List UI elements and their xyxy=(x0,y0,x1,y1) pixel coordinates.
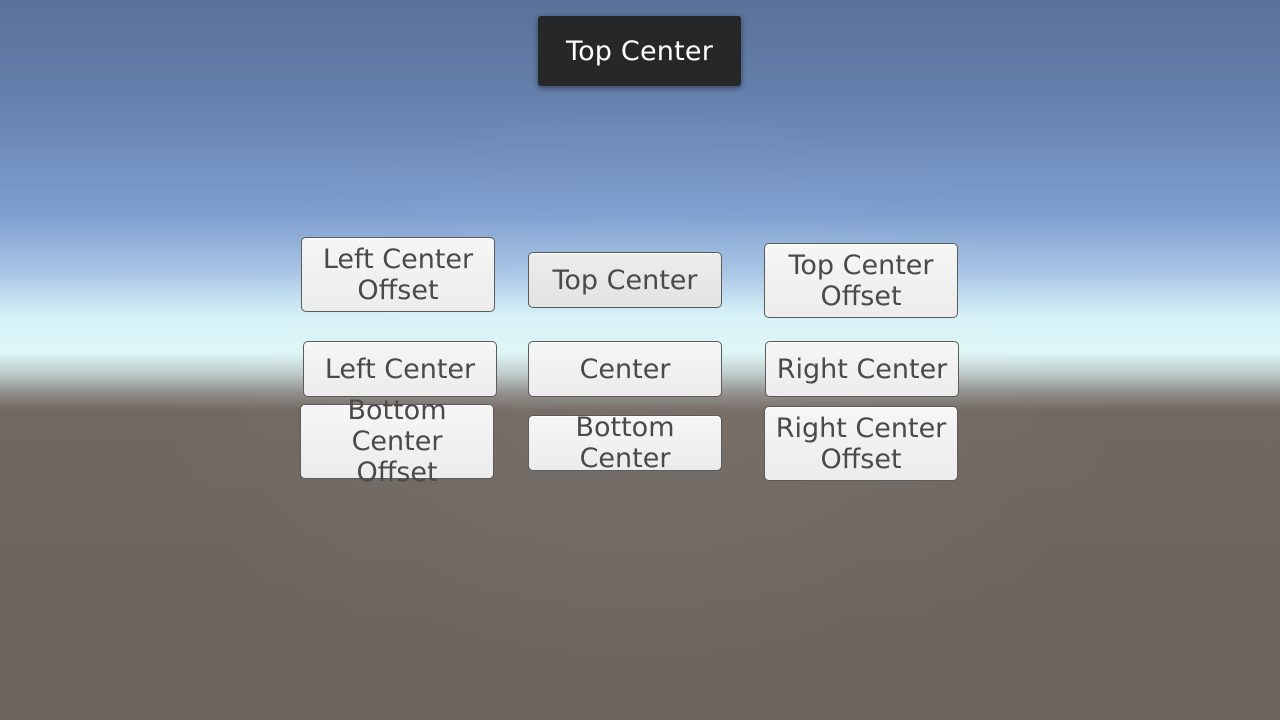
right-center-label: Right Center xyxy=(776,353,948,385)
right-center-offset-button[interactable]: Right Center Offset xyxy=(764,406,958,481)
left-center-button[interactable]: Left Center xyxy=(303,341,497,397)
center-label: Center xyxy=(579,353,671,385)
bottom-center-offset-button[interactable]: Bottom Center Offset xyxy=(300,395,494,488)
left-center-offset-button[interactable]: Left Center Offset xyxy=(301,237,495,312)
bottom-center-label: Bottom Center xyxy=(575,412,675,474)
toast-notification: Top Center xyxy=(538,16,741,86)
left-center-offset-label: Left Center Offset xyxy=(322,243,474,306)
top-center-label: Top Center xyxy=(552,264,698,296)
left-center-label: Left Center xyxy=(324,353,476,385)
top-center-button[interactable]: Top Center xyxy=(528,252,722,308)
right-center-offset-label: Right Center Offset xyxy=(775,412,947,475)
right-center-button[interactable]: Right Center xyxy=(765,341,959,397)
center-button[interactable]: Center xyxy=(528,341,722,397)
bottom-center-offset-label: Bottom Center Offset xyxy=(347,395,447,488)
bottom-center-button[interactable]: Bottom Center xyxy=(528,412,722,474)
top-center-offset-label: Top Center Offset xyxy=(788,249,934,312)
toast-text: Top Center xyxy=(565,35,714,67)
top-center-offset-button[interactable]: Top Center Offset xyxy=(764,243,958,318)
